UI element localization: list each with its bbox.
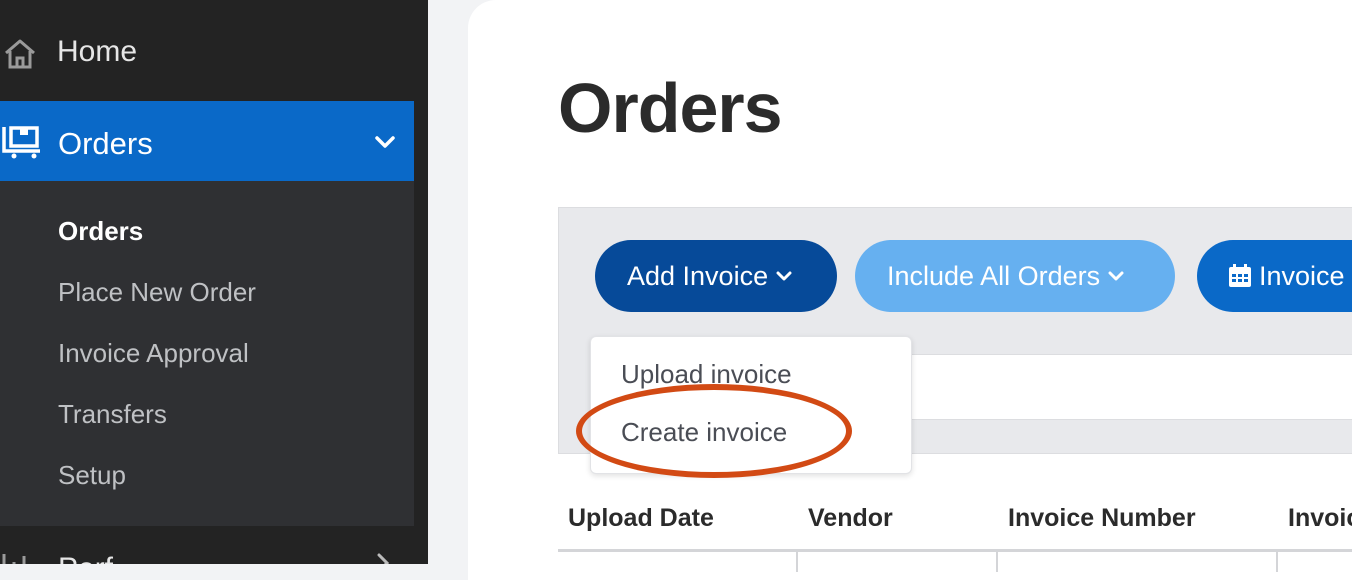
include-all-orders-button[interactable]: Include All Orders: [855, 240, 1175, 312]
submenu-item-setup[interactable]: Setup: [58, 460, 126, 491]
chevron-down-icon[interactable]: [374, 131, 396, 153]
orders-submenu: Orders Place New Order Invoice Approval …: [0, 181, 414, 526]
chart-icon: [2, 554, 26, 564]
main-content: Orders Add Invoice Include All Orders In…: [468, 0, 1352, 580]
sidebar-item-orders[interactable]: Orders: [0, 101, 414, 181]
include-all-orders-label: Include All Orders: [887, 260, 1101, 291]
sidebar-item-home[interactable]: Home: [0, 20, 414, 88]
annotation-highlight: [576, 384, 852, 478]
column-header-upload-date[interactable]: Upload Date: [568, 504, 714, 533]
sidebar-item-label: Home: [57, 35, 138, 68]
caret-down-icon: [1108, 271, 1124, 281]
submenu-item-invoice-approval[interactable]: Invoice Approval: [58, 338, 249, 369]
page-title: Orders: [558, 69, 783, 147]
sidebar: Home Orders Orders Place New Order Invoi…: [0, 0, 428, 564]
column-header-vendor[interactable]: Vendor: [808, 504, 893, 533]
add-invoice-label: Add Invoice: [627, 260, 769, 291]
submenu-item-place-new-order[interactable]: Place New Order: [58, 277, 256, 308]
column-divider: [796, 552, 798, 572]
sidebar-item-performance[interactable]: Perf: [0, 540, 414, 564]
calendar-icon: [1229, 264, 1251, 287]
caret-down-icon: [776, 271, 792, 281]
column-header-invoice[interactable]: Invoic: [1288, 504, 1352, 533]
add-invoice-button[interactable]: Add Invoice: [595, 240, 837, 312]
table-header-divider: [558, 549, 1352, 552]
sidebar-item-label: Orders: [58, 126, 153, 161]
column-divider: [1276, 552, 1278, 572]
submenu-item-transfers[interactable]: Transfers: [58, 399, 167, 430]
orders-icon: [2, 126, 40, 159]
column-header-invoice-number[interactable]: Invoice Number: [1008, 504, 1196, 533]
invoice-date-button[interactable]: Invoice: [1197, 240, 1352, 312]
chevron-right-icon: [377, 553, 390, 564]
invoice-date-label: Invoice: [1259, 260, 1345, 291]
submenu-item-orders[interactable]: Orders: [58, 216, 143, 247]
sidebar-item-label: Perf: [58, 552, 113, 564]
home-icon: [5, 39, 35, 69]
column-divider: [996, 552, 998, 572]
